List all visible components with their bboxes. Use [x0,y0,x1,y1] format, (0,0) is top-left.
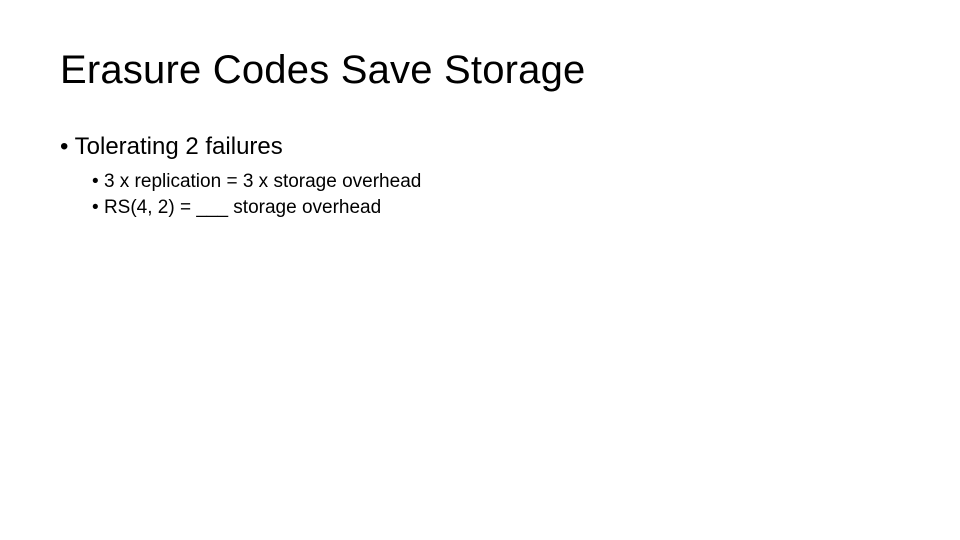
slide: Erasure Codes Save Storage Tolerating 2 … [0,0,960,540]
sub-bullet-a: 3 x replication = 3 x storage overhead [92,169,900,195]
sub-bullet-list: 3 x replication = 3 x storage overhead R… [60,169,900,220]
bullet-list: Tolerating 2 failures 3 x replication = … [60,133,900,220]
bullet-item-1: Tolerating 2 failures 3 x replication = … [60,133,900,220]
slide-title: Erasure Codes Save Storage [60,48,900,93]
bullet-item-1-text: Tolerating 2 failures [75,133,283,160]
sub-bullet-b: RS(4, 2) = ___ storage overhead [92,195,900,221]
